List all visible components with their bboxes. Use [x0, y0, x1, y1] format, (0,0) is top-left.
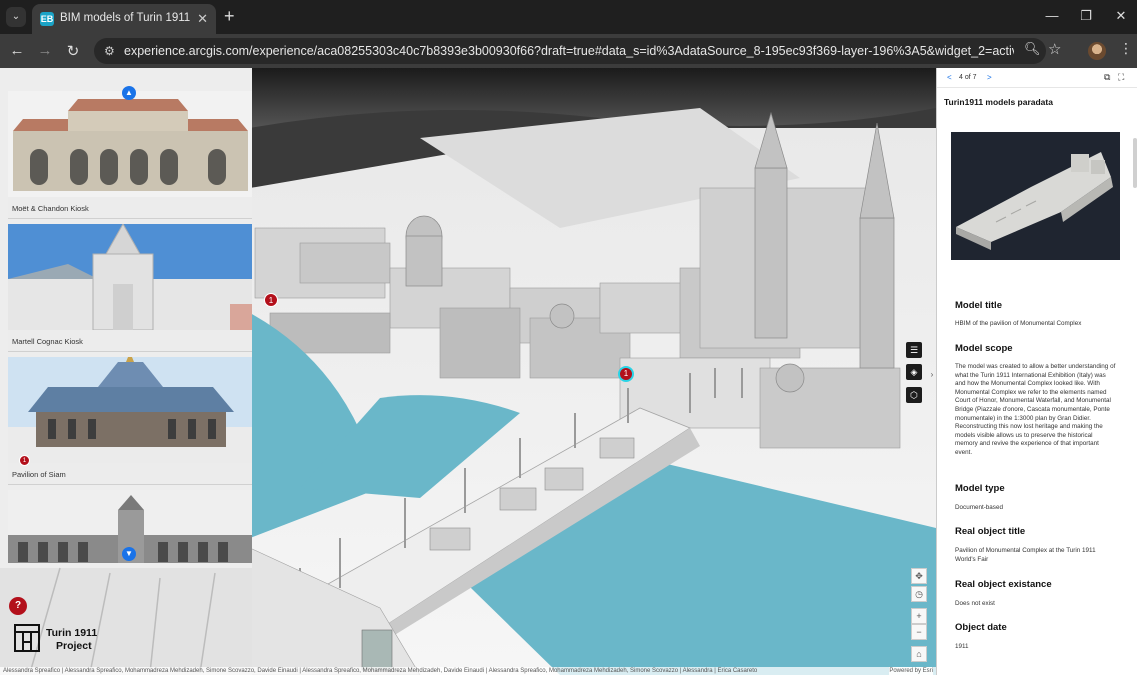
field-label: Object date — [955, 622, 1007, 633]
panel-header: < 4 of 7 > ⧉ ⛶ — [937, 68, 1137, 88]
browser-toolbar: ← → ↻ ⚙ experience.arcgis.com/experience… — [0, 34, 1137, 68]
address-bar[interactable]: ⚙ experience.arcgis.com/experience/aca08… — [94, 38, 1046, 64]
feature-counter: 4 of 7 — [959, 74, 977, 81]
field-value: Pavilion of Monumental Complex at the Tu… — [955, 547, 1096, 563]
tab-favicon: EB — [40, 12, 54, 26]
panel-title: Turin1911 models paradata — [944, 97, 1053, 107]
star-icon[interactable]: ☆ — [1048, 40, 1061, 58]
gallery-card-image — [8, 91, 252, 197]
browser-tab-active[interactable]: EB BIM models of Turin 1911 - hyb ✕ — [32, 4, 216, 34]
map-marker[interactable]: 1 — [19, 455, 30, 466]
logo-mark-icon — [14, 624, 40, 652]
list-icon[interactable]: ☰ — [906, 342, 922, 358]
restore-window-icon[interactable]: ❐ — [1078, 8, 1094, 24]
chevron-right-icon[interactable]: › — [928, 366, 936, 384]
close-tab-icon[interactable]: ✕ — [197, 11, 208, 27]
model-thumbnail — [951, 132, 1120, 260]
chevron-left-icon[interactable]: < — [947, 73, 952, 82]
gallery-card-label: Pavilion of Siam — [12, 470, 66, 479]
field-label: Model type — [955, 483, 1005, 494]
zoom-in-button[interactable]: + — [911, 608, 927, 624]
close-window-icon[interactable]: ✕ — [1113, 8, 1129, 24]
map-marker-selected[interactable]: 1 — [618, 366, 634, 382]
model-gallery: Moët & Chandon Kiosk Martell Cognac Kios… — [8, 91, 252, 563]
gallery-card[interactable]: Moët & Chandon Kiosk — [8, 91, 252, 219]
zoom-out-button[interactable]: − — [911, 624, 927, 640]
gallery-card[interactable]: Martell Cognac Kiosk — [8, 224, 252, 352]
map-marker[interactable]: 1 — [264, 293, 278, 307]
gallery-card-image — [8, 224, 252, 330]
gallery-card-label: Martell Cognac Kiosk — [12, 337, 83, 346]
gallery-card-label: Moët & Chandon Kiosk — [12, 204, 89, 213]
logo-text: Turin 1911 Project — [46, 627, 97, 653]
powered-by-esri-link[interactable]: Powered by Esri — [889, 667, 933, 675]
pan-icon[interactable]: ✥ — [911, 568, 927, 584]
tune-icon[interactable]: ⚙ — [104, 44, 115, 58]
logo-line-1: Turin 1911 — [46, 627, 98, 639]
tab-title: BIM models of Turin 1911 - hyb — [60, 12, 190, 24]
field-value: HBIM of the pavilion of Monumental Compl… — [955, 320, 1082, 327]
chevron-up-icon[interactable]: ▲ — [122, 86, 136, 100]
home-icon[interactable]: ⌂ — [911, 646, 927, 662]
tab-search-dropdown[interactable]: ⌄ — [6, 7, 26, 27]
expand-icon[interactable]: ⛶ — [1118, 72, 1124, 83]
profile-avatar[interactable] — [1088, 42, 1106, 60]
browser-tab-strip: ⌄ EB BIM models of Turin 1911 - hyb ✕ + … — [0, 0, 1137, 34]
field-label: Real object title — [955, 526, 1026, 537]
logo-line-2: Project — [56, 640, 92, 652]
project-logo: Turin 1911 Project — [14, 624, 124, 656]
field-label: Model title — [955, 300, 1002, 311]
chevron-right-icon[interactable]: > — [987, 73, 992, 82]
gallery-card-image — [8, 357, 252, 463]
field-label: Model scope — [955, 343, 1013, 354]
help-button[interactable]: ? — [9, 597, 27, 615]
experience-app: 1 1 Moët & Chandon Kiosk Martell Cognac … — [0, 68, 1137, 675]
field-label: Real object existance — [955, 579, 1052, 590]
map-attribution: Alessandra Spreafico | Alessandra Spreaf… — [0, 667, 936, 675]
attribution-text: Alessandra Spreafico | Alessandra Spreaf… — [3, 668, 758, 674]
field-value: The model was created to allow a better … — [955, 363, 1116, 456]
scene-view[interactable]: 1 1 Moët & Chandon Kiosk Martell Cognac … — [0, 68, 936, 675]
layers-icon[interactable]: ◈ — [906, 364, 922, 380]
panel-scrollbar[interactable] — [1133, 138, 1137, 188]
reload-icon[interactable]: ↻ — [64, 42, 82, 60]
kebab-menu-icon[interactable]: ⋮ — [1119, 40, 1133, 57]
cube-icon[interactable]: ⬡ — [906, 387, 922, 403]
arrow-left-icon[interactable]: ← — [8, 42, 26, 59]
zoom-icon[interactable]: 🔍︎ — [1024, 41, 1041, 57]
chevron-down-icon: ⌄ — [11, 11, 21, 22]
dock-icon[interactable]: ⧉ — [1104, 72, 1110, 83]
minimize-window-icon[interactable]: — — [1044, 8, 1060, 23]
gallery-card[interactable]: Pavilion of Siam 1 — [8, 357, 252, 485]
arrow-right-icon[interactable]: → — [36, 42, 54, 59]
field-value: Document-based — [955, 504, 1003, 511]
field-value: Does not exist — [955, 600, 995, 607]
field-value: 1911 — [955, 643, 969, 650]
new-tab-plus-icon[interactable]: + — [224, 6, 235, 27]
url-text[interactable]: experience.arcgis.com/experience/aca0825… — [124, 44, 1014, 58]
feature-details-panel: < 4 of 7 > ⧉ ⛶ Turin1911 models paradata — [936, 68, 1137, 675]
chevron-down-icon[interactable]: ▼ — [122, 547, 136, 561]
compass-icon[interactable]: ◷ — [911, 586, 927, 602]
kiosk-small — [361, 629, 393, 671]
